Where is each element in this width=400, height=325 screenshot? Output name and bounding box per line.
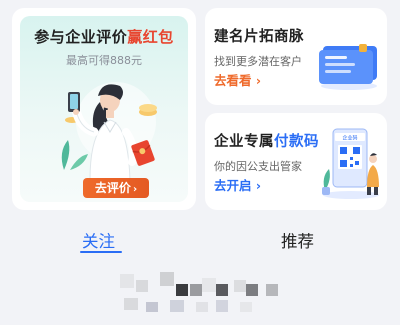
go-look-link[interactable]: 去看看 › bbox=[214, 70, 261, 89]
review-promo-card[interactable]: 参与企业评价赢红包 最高可得888元 去评价 › bbox=[12, 8, 196, 210]
payment-code-promo-subtitle: 你的因公支出管家 bbox=[214, 160, 302, 173]
payment-code-promo-card[interactable]: 企业专属付款码 你的因公支出管家 去开启 › 企业码 bbox=[205, 113, 387, 210]
tab-recommend[interactable]: 推荐 bbox=[281, 228, 314, 252]
active-tab-indicator bbox=[80, 251, 122, 253]
woman-with-phone-illustration bbox=[61, 82, 157, 180]
pixelated-content bbox=[116, 270, 286, 325]
review-promo-title: 参与企业评价赢红包 bbox=[34, 28, 174, 46]
business-card-promo-card[interactable]: 建名片拓商脉 找到更多潜在客户 去看看 › bbox=[205, 8, 387, 105]
go-enable-link[interactable]: 去开启 › bbox=[214, 175, 261, 194]
qr-code-phone-icon: 企业码 bbox=[322, 128, 379, 199]
go-review-button[interactable]: 去评价 › bbox=[83, 178, 149, 198]
tab-follow[interactable]: 关注 bbox=[82, 228, 115, 252]
review-promo-subtitle: 最高可得888元 bbox=[66, 54, 142, 67]
business-card-promo-title: 建名片拓商脉 bbox=[214, 29, 304, 45]
business-card-icon bbox=[319, 44, 377, 90]
payment-code-promo-title: 企业专属付款码 bbox=[214, 134, 319, 150]
business-card-promo-subtitle: 找到更多潜在客户 bbox=[214, 55, 302, 68]
red-envelope-icon bbox=[131, 140, 155, 166]
qr-caption: 企业码 bbox=[342, 135, 357, 142]
